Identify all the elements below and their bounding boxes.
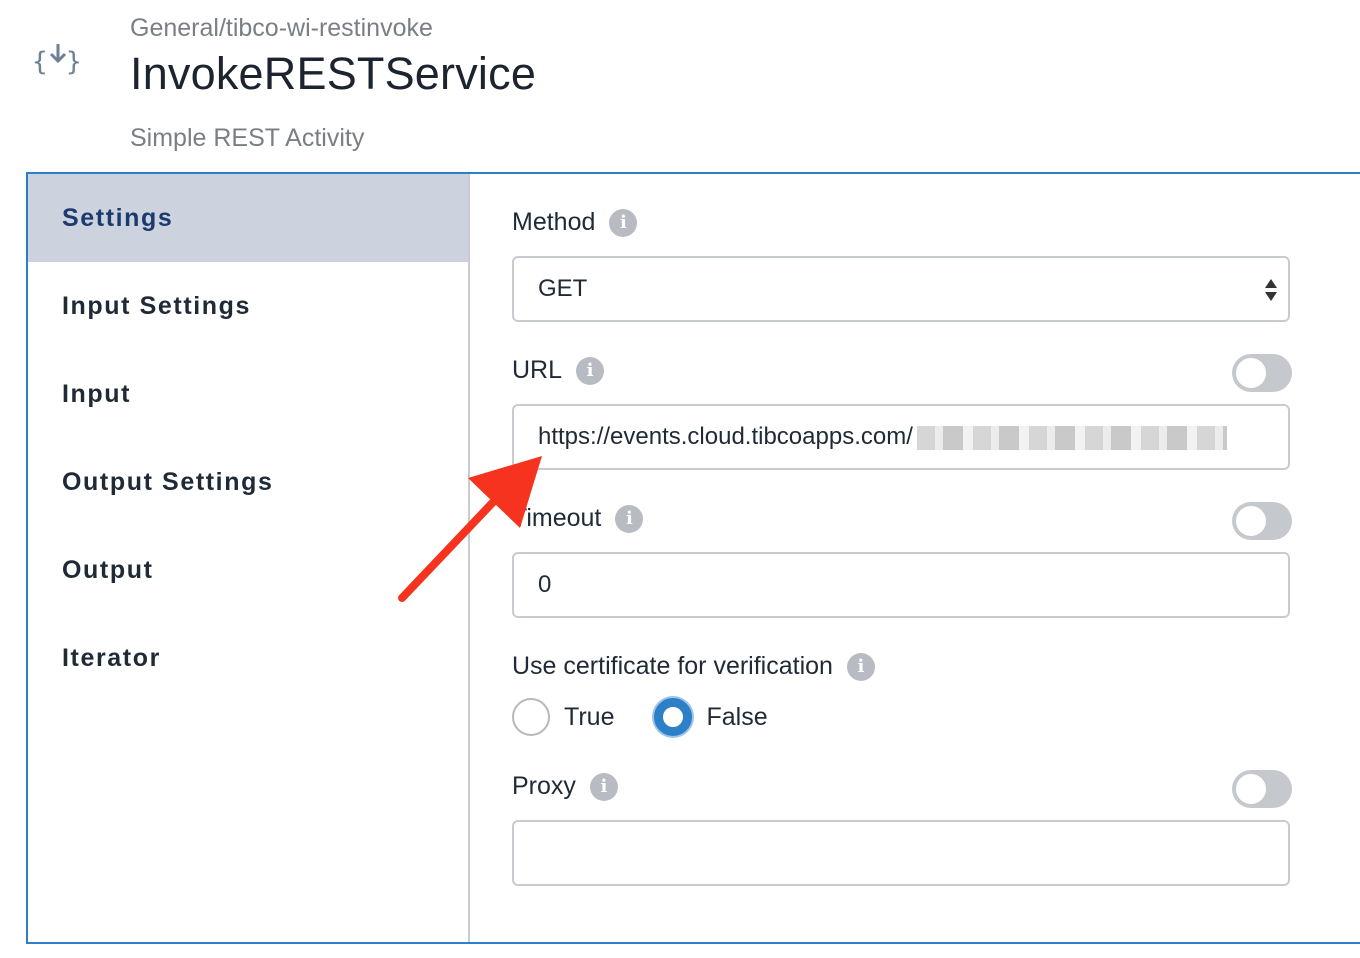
radio-false[interactable] xyxy=(654,698,693,736)
rest-activity-icon: { } xyxy=(32,40,84,80)
method-label: Method i xyxy=(512,208,638,237)
url-mapping-toggle[interactable] xyxy=(1232,354,1292,392)
sidebar-item-settings[interactable]: Settings xyxy=(28,174,468,262)
sidebar-item-iterator[interactable]: Iterator xyxy=(28,614,468,702)
svg-text:}: } xyxy=(66,47,82,77)
info-icon[interactable]: i xyxy=(609,208,638,237)
toggle-knob xyxy=(1236,358,1266,388)
radio-true-label: True xyxy=(564,702,615,731)
timeout-mapping-toggle[interactable] xyxy=(1232,502,1292,540)
settings-form: Method i GET URL i https://events.cloud.… xyxy=(512,174,1292,942)
certificate-radio-group: True False xyxy=(512,698,808,736)
sidebar-item-input[interactable]: Input xyxy=(28,350,468,438)
proxy-input[interactable] xyxy=(512,820,1290,886)
toggle-knob xyxy=(1236,774,1266,804)
toggle-knob xyxy=(1236,506,1266,536)
radio-true[interactable] xyxy=(512,698,550,736)
certificate-label: Use certificate for verification i xyxy=(512,652,875,681)
method-select[interactable]: GET xyxy=(512,256,1290,322)
info-icon[interactable]: i xyxy=(846,652,875,681)
proxy-label: Proxy i xyxy=(512,772,618,801)
activity-config-panel: Settings Input Settings Input Output Set… xyxy=(26,172,1360,944)
select-arrows-icon xyxy=(1265,279,1277,301)
page-subtitle: Simple REST Activity xyxy=(130,124,365,152)
url-label: URL i xyxy=(512,356,605,385)
info-icon[interactable]: i xyxy=(615,504,644,533)
info-icon[interactable]: i xyxy=(589,772,618,801)
timeout-input[interactable]: 0 xyxy=(512,552,1290,618)
radio-false-label: False xyxy=(706,702,768,731)
page-title: InvokeRESTService xyxy=(130,48,537,99)
url-value: https://events.cloud.tibcoapps.com/ xyxy=(538,423,1227,451)
sidebar-item-input-settings[interactable]: Input Settings xyxy=(28,262,468,350)
proxy-mapping-toggle[interactable] xyxy=(1232,770,1292,808)
breadcrumb: General/tibco-wi-restinvoke xyxy=(130,14,433,42)
redacted-url-segment xyxy=(916,425,1227,450)
annotation-arrow-icon xyxy=(398,456,542,602)
url-input[interactable]: https://events.cloud.tibcoapps.com/ xyxy=(512,404,1290,470)
svg-text:{: { xyxy=(32,47,48,77)
info-icon[interactable]: i xyxy=(576,356,605,385)
